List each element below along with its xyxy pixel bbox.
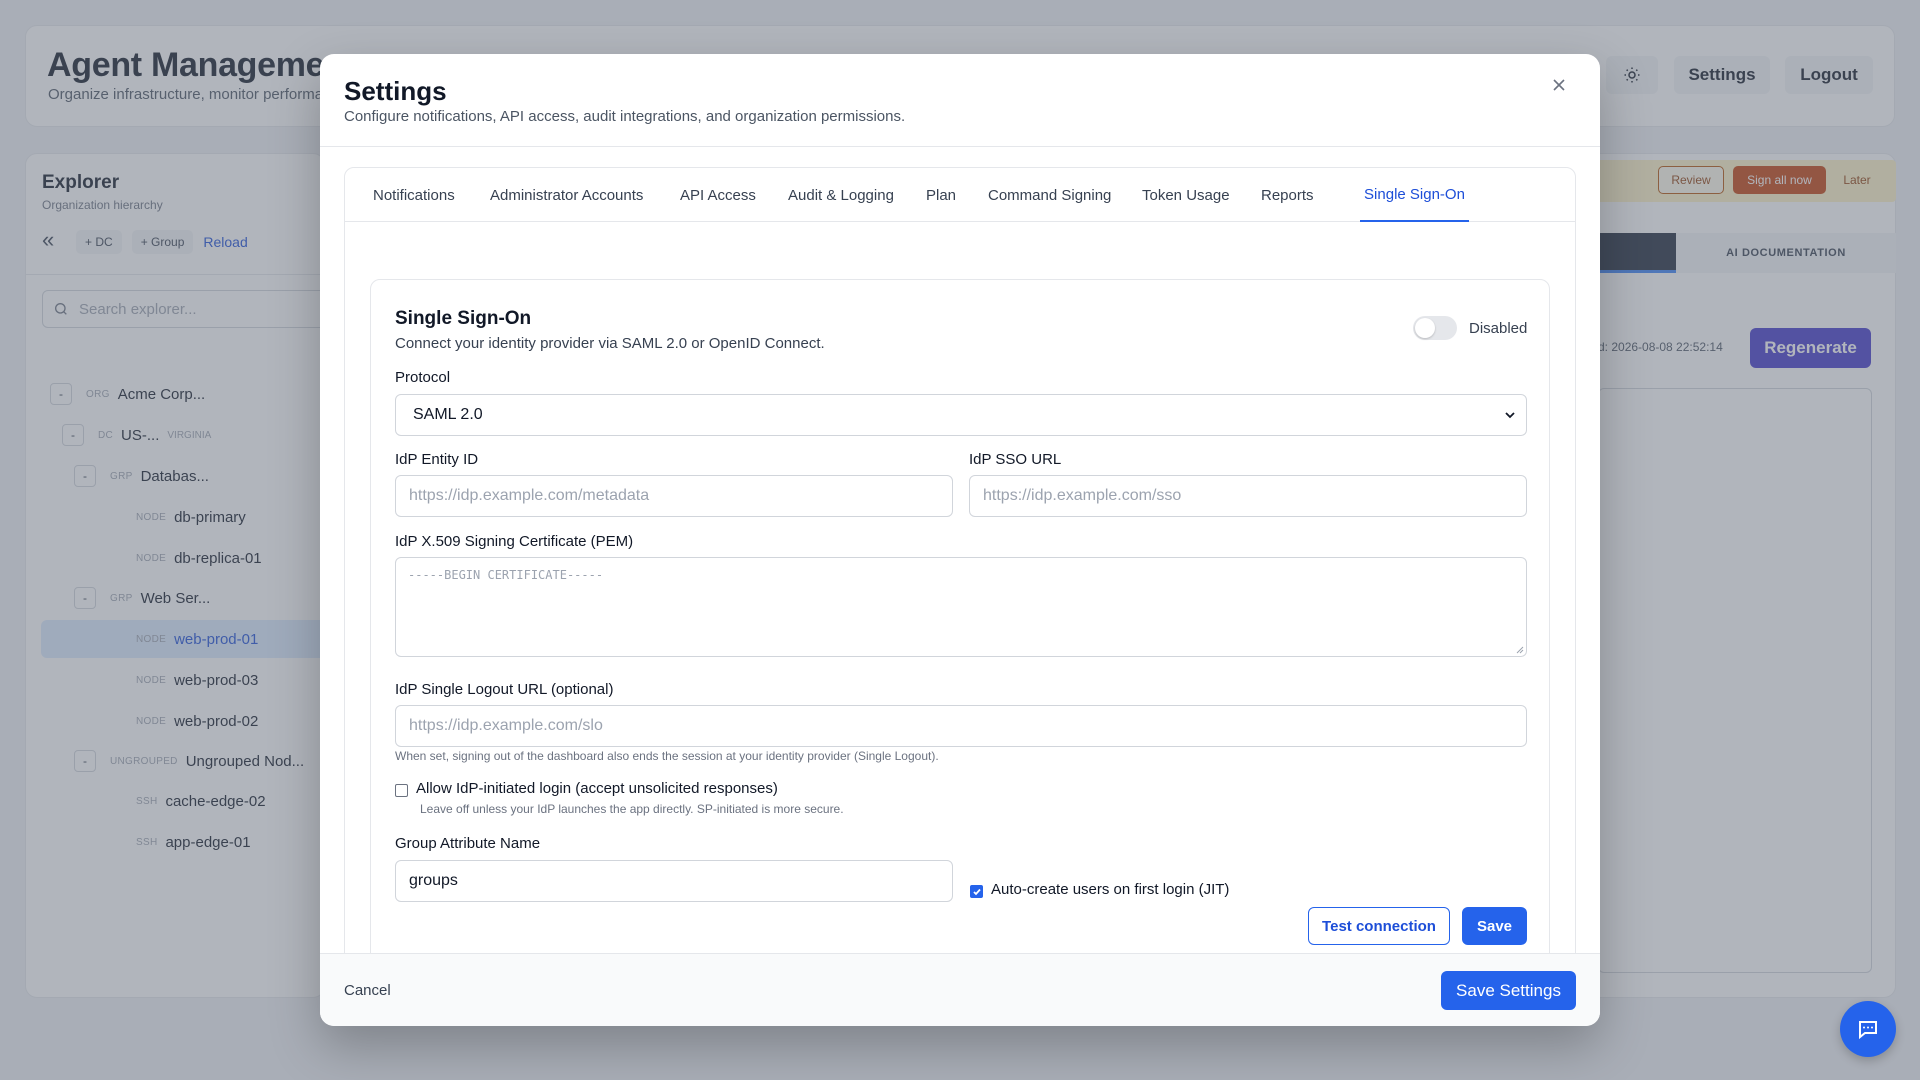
certificate-label: IdP X.509 Signing Certificate (PEM) (395, 533, 634, 550)
tab-command-signing[interactable]: Command Signing (988, 168, 1111, 222)
settings-body: Notifications Administrator Accounts API… (344, 167, 1576, 1026)
chat-button[interactable] (1840, 1001, 1896, 1057)
modal-subtitle: Configure notifications, API access, aud… (344, 108, 906, 125)
modal-footer: Cancel Save Settings (320, 953, 1600, 1026)
chat-icon (1859, 1021, 1877, 1040)
protocol-select[interactable]: SAML 2.0 (395, 394, 1527, 436)
group-attribute-label: Group Attribute Name (395, 835, 541, 852)
certificate-placeholder: -----BEGIN CERTIFICATE----- (408, 568, 604, 582)
entity-id-input[interactable]: https://idp.example.com/metadata (395, 475, 953, 517)
sso-description: Connect your identity provider via SAML … (395, 335, 825, 352)
modal-title: Settings (344, 76, 447, 106)
toggle-knob (1415, 318, 1435, 338)
test-connection-button[interactable]: Test connection (1308, 907, 1450, 945)
group-attribute-input[interactable]: groups (395, 860, 953, 902)
tab-reports[interactable]: Reports (1261, 168, 1314, 222)
chevron-down-icon (1505, 412, 1515, 419)
cancel-button[interactable]: Cancel (344, 982, 391, 999)
logout-url-input[interactable]: https://idp.example.com/slo (395, 705, 1527, 747)
save-settings-button[interactable]: Save Settings (1441, 971, 1576, 1010)
protocol-value: SAML 2.0 (413, 406, 483, 423)
idp-initiated-hint: Leave off unless your IdP launches the a… (420, 802, 844, 816)
idp-initiated-checkbox[interactable] (395, 784, 408, 797)
check-icon (972, 888, 981, 895)
sso-enabled-toggle[interactable] (1413, 316, 1457, 340)
sso-card: Single Sign-On Connect your identity pro… (370, 279, 1550, 1026)
tab-notifications[interactable]: Notifications (373, 168, 455, 222)
sso-title: Single Sign-On (395, 308, 532, 329)
close-button[interactable] (1547, 73, 1571, 97)
resize-grip-icon[interactable] (1516, 646, 1524, 654)
tab-token-usage[interactable]: Token Usage (1142, 168, 1230, 222)
sso-toggle-label: Disabled (1469, 320, 1528, 337)
sso-save-button[interactable]: Save (1462, 907, 1527, 945)
protocol-label: Protocol (395, 369, 451, 386)
tab-plan[interactable]: Plan (926, 168, 956, 222)
tab-api-access[interactable]: API Access (680, 168, 756, 222)
logout-url-label: IdP Single Logout URL (optional) (395, 681, 614, 698)
certificate-textarea[interactable]: -----BEGIN CERTIFICATE----- (395, 557, 1527, 657)
sso-url-input[interactable]: https://idp.example.com/sso (969, 475, 1527, 517)
close-icon (1553, 79, 1565, 91)
entity-id-label: IdP Entity ID (395, 451, 479, 468)
tab-audit-logging[interactable]: Audit & Logging (788, 168, 894, 222)
divider (320, 146, 1600, 147)
tab-administrator-accounts[interactable]: Administrator Accounts (490, 168, 643, 222)
sso-url-label: IdP SSO URL (969, 451, 1062, 468)
settings-tabs: Notifications Administrator Accounts API… (345, 168, 1575, 222)
jit-label[interactable]: Auto-create users on first login (JIT) (991, 881, 1229, 898)
logout-url-hint: When set, signing out of the dashboard a… (395, 749, 939, 763)
idp-initiated-label[interactable]: Allow IdP-initiated login (accept unsoli… (416, 780, 778, 797)
jit-checkbox[interactable] (970, 885, 983, 898)
tab-single-sign-on[interactable]: Single Sign-On (1360, 168, 1469, 222)
settings-modal: Settings Configure notifications, API ac… (320, 54, 1600, 1026)
